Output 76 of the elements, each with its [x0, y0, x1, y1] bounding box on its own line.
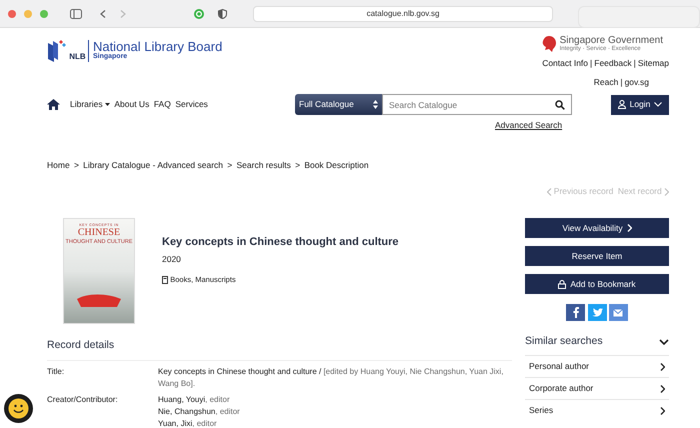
- boat-drawing: [77, 293, 121, 307]
- header-link[interactable]: Sitemap: [638, 57, 669, 70]
- shield-icon[interactable]: [218, 8, 227, 18]
- cover-title: CHINESE: [78, 228, 120, 238]
- back-icon[interactable]: [100, 10, 106, 18]
- similar-search-item[interactable]: Corporate author: [525, 377, 669, 399]
- lock-icon: [558, 280, 566, 288]
- chevron-icon: [664, 188, 669, 196]
- books-logo-icon: [47, 39, 67, 63]
- link-separator: |: [620, 76, 623, 88]
- home-icon[interactable]: [47, 99, 60, 110]
- breadcrumb-separator: >: [74, 158, 79, 172]
- bookmark-button[interactable]: Add to Bookmark: [525, 274, 669, 294]
- envelope-icon: [613, 308, 624, 316]
- breadcrumb-link[interactable]: Search results: [236, 158, 291, 172]
- field-label: Title:: [47, 366, 66, 378]
- chevron-right-icon: [660, 384, 665, 392]
- extension-icon[interactable]: [194, 8, 204, 18]
- chat-widget-button[interactable]: [4, 394, 33, 423]
- facebook-share-button[interactable]: [566, 304, 586, 321]
- nav-link[interactable]: FAQ: [154, 98, 171, 111]
- government-title: Singapore Government: [560, 36, 663, 46]
- smiley-icon: [8, 398, 29, 419]
- maximize-window-dot[interactable]: [40, 10, 48, 18]
- breadcrumb-link[interactable]: Library Catalogue - Advanced search: [83, 158, 224, 172]
- link-separator: |: [634, 57, 636, 70]
- book-icon: [162, 276, 168, 284]
- similar-search-item[interactable]: Personal author: [525, 355, 669, 377]
- breadcrumb-separator: >: [227, 158, 232, 172]
- chevron-right-icon: [626, 224, 632, 232]
- nav-link[interactable]: Services: [175, 98, 208, 111]
- twitter-share-button[interactable]: [588, 304, 606, 321]
- field-value: Yuan, Jixi, editor: [158, 418, 218, 428]
- reserve-button[interactable]: Reserve Item: [525, 246, 669, 266]
- chevron-icon: [546, 188, 552, 196]
- close-window-dot[interactable]: [8, 10, 16, 18]
- similar-search-item[interactable]: Series: [525, 399, 669, 421]
- search-icon[interactable]: [555, 100, 565, 110]
- breadcrumb-link[interactable]: Home: [47, 158, 70, 172]
- availability-button[interactable]: View Availability: [525, 218, 669, 238]
- logo-title: National Library Board: [92, 40, 222, 53]
- chevron-right-icon: [660, 362, 665, 370]
- chevron-icon: [659, 339, 669, 345]
- nav-link[interactable]: About Us: [114, 98, 150, 111]
- publication-year: 2020: [162, 252, 182, 266]
- field-value: Huang, Youyi, editor: [158, 394, 231, 406]
- similar-searches-toggle[interactable]: Similar searches: [525, 333, 669, 351]
- email-share-button[interactable]: [608, 304, 628, 321]
- advanced-search-link[interactable]: Advanced Search: [495, 120, 562, 130]
- nav-dropdown[interactable]: Libraries: [70, 98, 110, 111]
- bird-icon: [592, 308, 602, 317]
- search-field[interactable]: Search Catalogue: [382, 94, 572, 115]
- breadcrumb-current: Book Description: [304, 158, 369, 172]
- sidebar-icon[interactable]: [70, 8, 82, 18]
- minimize-window-dot[interactable]: [24, 10, 32, 18]
- link-separator: |: [590, 57, 592, 70]
- breadcrumb-separator: >: [295, 158, 300, 172]
- section-heading: Record details: [47, 338, 512, 361]
- catalogue-select[interactable]: Full Catalogue: [295, 94, 382, 115]
- chevron-right-icon: [660, 406, 665, 414]
- header-link[interactable]: Contact Info: [542, 57, 588, 70]
- field-value: Key concepts in Chinese thought and culture / [edited by Huang Youyi, Nie Changshun, Yuan Jixi, Wang Bo].: [158, 366, 504, 390]
- header-link[interactable]: Feedback: [594, 57, 632, 70]
- user-icon: [618, 100, 626, 109]
- logo-abbreviation: NLB: [69, 51, 86, 63]
- login-button[interactable]: Login: [611, 94, 669, 114]
- address-bar[interactable]: catalogue.nlb.gov.sg: [253, 6, 553, 22]
- header-link[interactable]: Reach: [594, 76, 618, 88]
- caret-icon: [104, 103, 110, 106]
- field-label: Creator/Contributor:: [47, 394, 119, 406]
- facebook-icon: [572, 307, 579, 318]
- chevron-down-icon: [654, 102, 662, 107]
- select-arrows-icon: [373, 100, 378, 109]
- book-title: Key concepts in Chinese thought and culture: [162, 235, 399, 250]
- header-link[interactable]: gov.sg: [624, 76, 649, 88]
- field-value: Nie, Changshun, editor: [158, 406, 241, 418]
